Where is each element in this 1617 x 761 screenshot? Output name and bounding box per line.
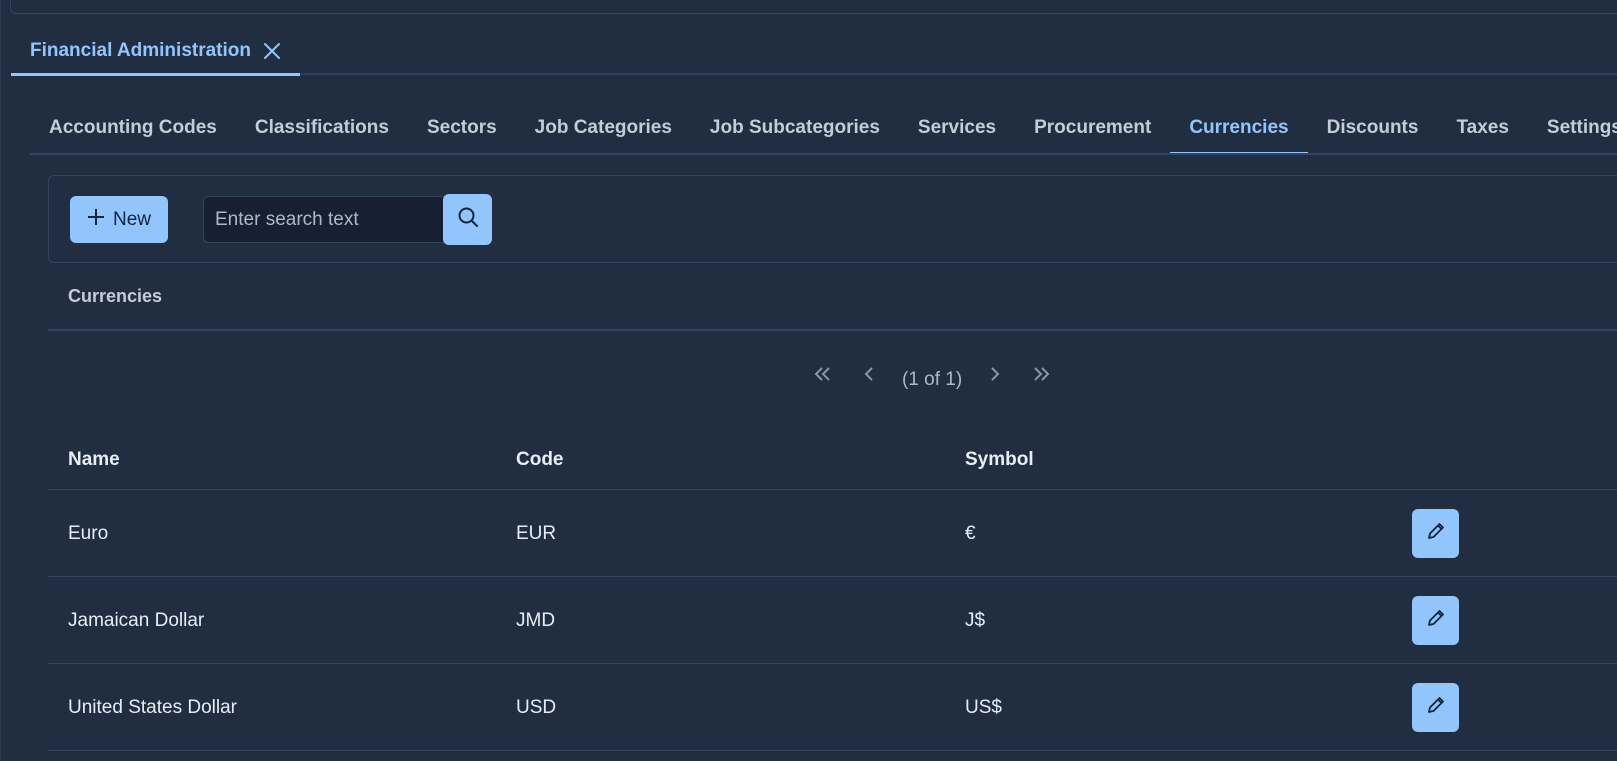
first-page-icon bbox=[813, 366, 833, 387]
tab-procurement[interactable]: Procurement bbox=[1015, 104, 1170, 155]
prev-page-button[interactable] bbox=[846, 358, 892, 394]
pencil-icon bbox=[1426, 695, 1446, 720]
table-row: Euro EUR € bbox=[48, 490, 1617, 577]
table-title: Currencies bbox=[68, 286, 163, 306]
tab-settings[interactable]: Settings bbox=[1528, 104, 1617, 155]
cell-name: Euro bbox=[68, 523, 109, 544]
document-tab-divider bbox=[300, 73, 1617, 75]
table-row: Jamaican Dollar JMD J$ bbox=[48, 577, 1617, 664]
edit-button[interactable] bbox=[1412, 509, 1459, 558]
cell-name: United States Dollar bbox=[68, 697, 237, 718]
cell-code: JMD bbox=[516, 610, 556, 631]
tab-accounting-codes[interactable]: Accounting Codes bbox=[30, 104, 236, 155]
tab-job-subcategories[interactable]: Job Subcategories bbox=[691, 104, 899, 155]
tab-currencies[interactable]: Currencies bbox=[1170, 104, 1308, 155]
page-info: (1 of 1) bbox=[902, 369, 963, 390]
caption-divider bbox=[48, 329, 1617, 331]
search-button[interactable] bbox=[443, 194, 492, 245]
tabs-divider bbox=[30, 153, 1617, 155]
first-page-button[interactable] bbox=[800, 358, 846, 394]
cell-name: Jamaican Dollar bbox=[68, 610, 205, 631]
tab-taxes[interactable]: Taxes bbox=[1437, 104, 1527, 155]
table-row: United States Dollar USD US$ bbox=[48, 664, 1617, 751]
prev-page-icon bbox=[863, 366, 875, 387]
column-header-symbol[interactable]: Symbol bbox=[965, 449, 1034, 471]
pencil-icon bbox=[1426, 521, 1446, 546]
cell-symbol: J$ bbox=[965, 610, 986, 631]
window-edge bbox=[0, 0, 1, 761]
next-page-button[interactable] bbox=[972, 358, 1018, 394]
column-header-name[interactable]: Name bbox=[68, 449, 120, 471]
paginator: (1 of 1) bbox=[800, 358, 1064, 394]
document-tab-indicator bbox=[11, 73, 300, 76]
cell-symbol: € bbox=[965, 523, 976, 544]
cell-code: USD bbox=[516, 697, 557, 718]
tab-discounts[interactable]: Discounts bbox=[1308, 104, 1438, 155]
new-button[interactable]: New bbox=[70, 196, 168, 243]
table-header: Name Code Symbol bbox=[48, 428, 1617, 490]
top-panel-edge bbox=[10, 0, 1617, 14]
cell-symbol: US$ bbox=[965, 697, 1002, 718]
search-icon bbox=[457, 206, 479, 233]
plus-icon bbox=[87, 208, 105, 232]
tab-sectors[interactable]: Sectors bbox=[408, 104, 516, 155]
last-page-button[interactable] bbox=[1018, 358, 1064, 394]
tab-job-categories[interactable]: Job Categories bbox=[516, 104, 691, 155]
edit-button[interactable] bbox=[1412, 596, 1459, 645]
new-button-label: New bbox=[112, 208, 151, 230]
column-header-code[interactable]: Code bbox=[516, 449, 564, 471]
search-input[interactable] bbox=[203, 196, 444, 243]
tab-services[interactable]: Services bbox=[899, 104, 1015, 155]
edit-button[interactable] bbox=[1412, 683, 1459, 732]
last-page-icon bbox=[1031, 366, 1051, 387]
cell-code: EUR bbox=[516, 523, 557, 544]
document-tab[interactable]: Financial Administration bbox=[11, 25, 300, 76]
document-tab-label: Financial Administration bbox=[30, 39, 251, 61]
section-tabs: Accounting Codes Classifications Sectors… bbox=[30, 104, 1617, 156]
tab-classifications[interactable]: Classifications bbox=[236, 104, 408, 155]
close-icon[interactable] bbox=[263, 42, 281, 60]
pencil-icon bbox=[1426, 608, 1446, 633]
next-page-icon bbox=[989, 366, 1001, 387]
